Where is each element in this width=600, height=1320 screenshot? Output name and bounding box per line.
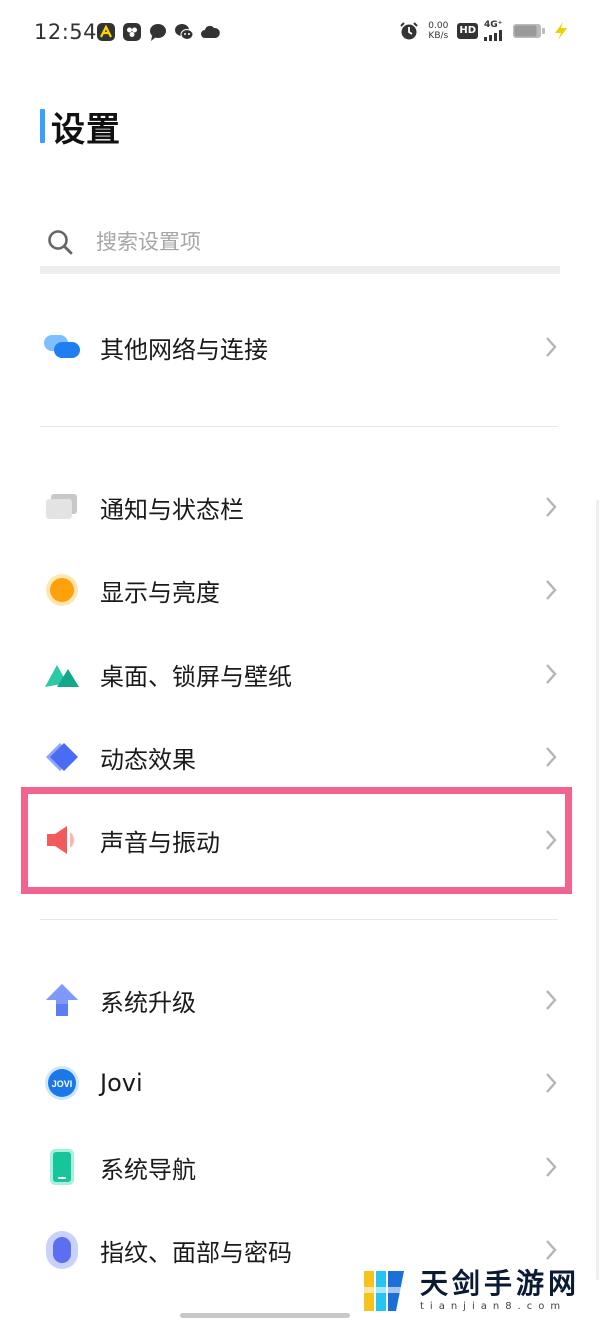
page-header: 设置 xyxy=(40,106,121,150)
notification-icons xyxy=(96,22,220,42)
status-bar: 12:54 0.00 KB/s HD 4G⁺ xyxy=(0,0,600,64)
item-label: 桌面、锁屏与壁纸 xyxy=(100,662,292,691)
net-speed-unit: KB/s xyxy=(428,30,449,41)
chevron-right-icon xyxy=(546,1240,557,1260)
settings-item-system-navigation[interactable]: 系统导航 xyxy=(40,1137,565,1197)
item-label: 系统导航 xyxy=(100,1155,196,1184)
signal-label: 4G⁺ xyxy=(484,20,503,30)
scrollbar[interactable] xyxy=(596,500,599,1280)
settings-item-notification[interactable]: 通知与状态栏 xyxy=(40,477,565,537)
search-icon xyxy=(48,230,73,255)
display-brightness-icon xyxy=(40,568,84,612)
chevron-right-icon xyxy=(546,1073,557,1093)
wallpaper-icon xyxy=(40,652,84,696)
chevron-right-icon xyxy=(546,990,557,1010)
fingerprint-face-password-icon xyxy=(40,1228,84,1272)
status-time: 12:54 xyxy=(34,20,98,44)
charging-icon xyxy=(555,21,567,40)
gallery-icon xyxy=(123,23,141,41)
search-input[interactable] xyxy=(94,229,498,255)
watermark: 天剑手游网 tianjian8.com xyxy=(360,1262,590,1320)
net-speed-value: 0.00 xyxy=(428,20,449,31)
watermark-logo-icon xyxy=(362,1271,408,1311)
settings-item-jovi[interactable]: JOVI Jovi xyxy=(40,1053,565,1113)
message-icon xyxy=(150,24,166,41)
jovi-icon: JOVI xyxy=(40,1061,84,1105)
chevron-right-icon xyxy=(546,580,557,600)
item-label: 通知与状态栏 xyxy=(100,495,244,524)
item-label: Jovi xyxy=(100,1069,143,1097)
watermark-title: 天剑手游网 xyxy=(420,1267,581,1300)
hd-badge: HD xyxy=(457,22,478,39)
app-a-icon xyxy=(97,23,115,41)
watermark-url: tianjian8.com xyxy=(420,1301,567,1312)
highlight-box xyxy=(21,787,572,894)
network-connection-icon xyxy=(40,325,84,369)
settings-item-system-update[interactable]: 系统升级 xyxy=(40,970,565,1030)
animation-icon xyxy=(40,735,84,779)
item-label: 其他网络与连接 xyxy=(100,335,268,364)
system-navigation-icon xyxy=(40,1145,84,1189)
settings-item-wallpaper[interactable]: 桌面、锁屏与壁纸 xyxy=(40,644,565,704)
status-right: 0.00 KB/s HD 4G⁺ xyxy=(399,20,570,41)
jovi-icon-text: JOVI xyxy=(52,1079,73,1089)
page-title: 设置 xyxy=(51,109,121,150)
chevron-right-icon xyxy=(546,664,557,684)
group-divider xyxy=(40,426,558,427)
cloud-icon xyxy=(201,25,220,38)
chevron-right-icon xyxy=(546,497,557,517)
chevron-right-icon xyxy=(546,1157,557,1177)
signal-group: 4G⁺ xyxy=(484,20,506,41)
chevron-right-icon xyxy=(546,337,557,357)
search-underline xyxy=(40,266,560,274)
alarm-icon xyxy=(400,21,419,39)
battery-icon xyxy=(513,23,545,38)
search-box[interactable] xyxy=(40,218,560,266)
item-label: 动态效果 xyxy=(100,745,196,774)
notification-icon xyxy=(40,485,84,529)
signal-icon xyxy=(484,30,502,41)
title-accent-bar xyxy=(40,109,45,143)
item-label: 系统升级 xyxy=(100,988,196,1017)
wechat-icon xyxy=(175,24,194,40)
group-divider xyxy=(40,919,558,920)
chevron-right-icon xyxy=(546,747,557,767)
gesture-bar[interactable] xyxy=(180,1313,350,1318)
system-update-icon xyxy=(40,978,84,1022)
settings-item-display[interactable]: 显示与亮度 xyxy=(40,560,565,620)
settings-item-animation[interactable]: 动态效果 xyxy=(40,727,565,787)
item-label: 显示与亮度 xyxy=(100,578,220,607)
settings-item-other-network[interactable]: 其他网络与连接 xyxy=(40,317,565,377)
network-speed: 0.00 KB/s xyxy=(425,21,451,41)
